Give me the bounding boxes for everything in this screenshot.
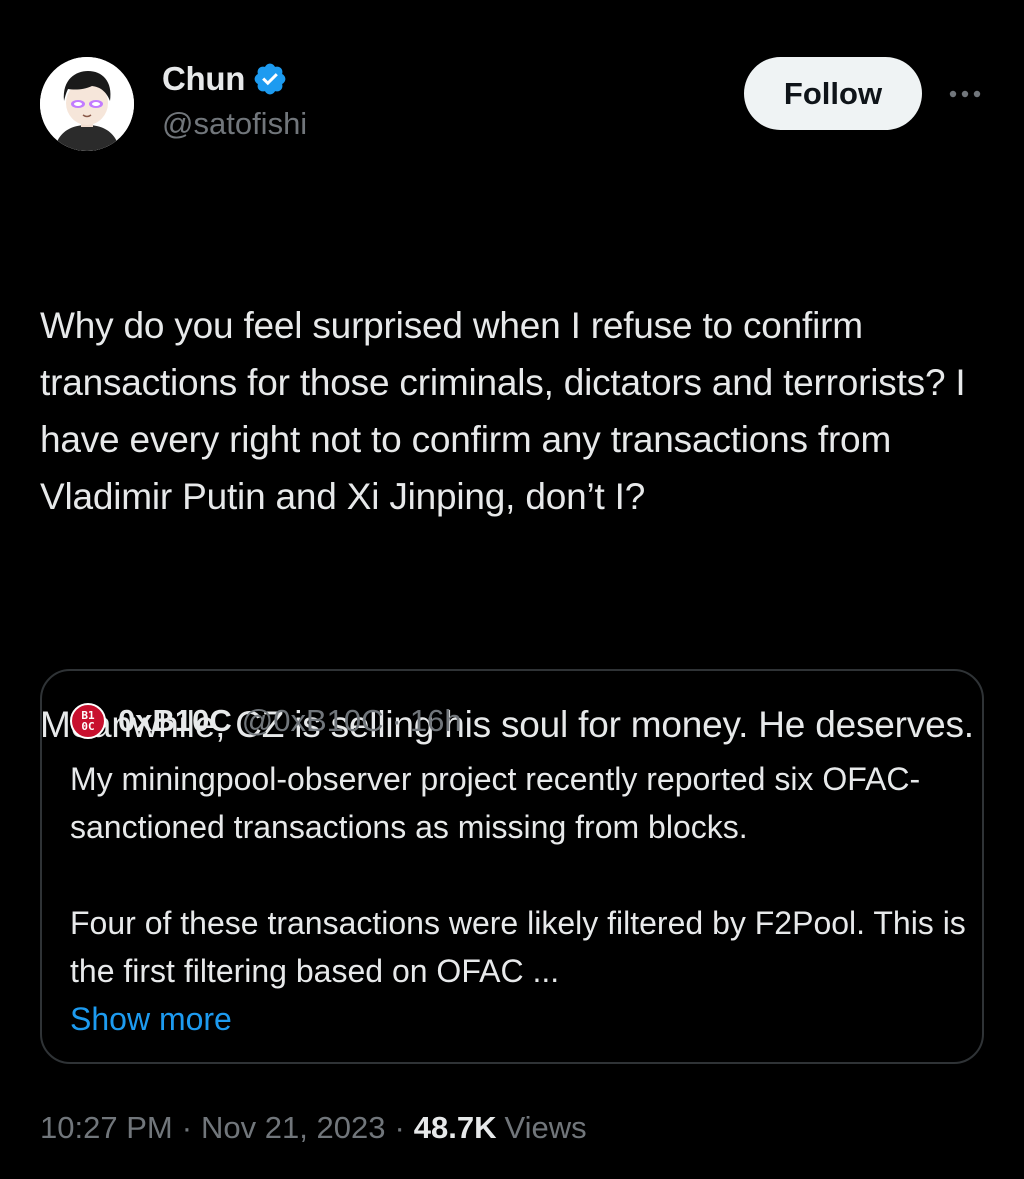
quoted-tweet-header: B1 0C 0xB10C @0xB10C · 16h	[70, 701, 462, 741]
views-label: Views	[504, 1110, 587, 1145]
tweet-date[interactable]: Nov 21, 2023	[201, 1110, 385, 1146]
quoted-author-avatar[interactable]: B1 0C	[70, 703, 106, 739]
views-count: 48.7K	[413, 1110, 497, 1145]
meta-separator: ·	[394, 1110, 405, 1145]
more-options-button[interactable]	[944, 76, 986, 112]
tweet-time[interactable]: 10:27 PM	[40, 1110, 173, 1146]
quoted-tweet-card[interactable]: B1 0C 0xB10C @0xB10C · 16h My miningpool…	[40, 669, 984, 1064]
meta-separator: ·	[181, 1110, 193, 1145]
author-handle[interactable]: @satofishi	[162, 106, 307, 142]
quoted-paragraph: Four of these transactions were likely f…	[70, 905, 966, 989]
author-avatar[interactable]	[40, 57, 134, 151]
quoted-author-name[interactable]: 0xB10C	[118, 703, 232, 739]
author-name-row[interactable]: Chun	[162, 58, 288, 100]
show-more-link[interactable]: Show more	[70, 995, 970, 1043]
tweet-meta-row: 10:27 PM · Nov 21, 2023 · 48.7K Views	[40, 1106, 587, 1150]
verified-badge-icon[interactable]	[252, 61, 288, 97]
quoted-tweet-text: My miningpool-observer project recently …	[70, 755, 970, 1043]
author-display-name[interactable]: Chun	[162, 60, 245, 98]
follow-button[interactable]: Follow	[744, 57, 922, 130]
more-horizontal-icon	[949, 90, 981, 98]
tweet-detail: Chun @satofishi Follow Why do you feel s…	[0, 0, 1024, 1179]
quoted-avatar-text-bottom: 0C	[81, 720, 95, 733]
quoted-author-handle[interactable]: @0xB10C	[242, 703, 384, 739]
quoted-separator: ·	[391, 703, 402, 738]
quoted-timestamp[interactable]: 16h	[410, 703, 462, 739]
cartoon-avatar-icon	[40, 57, 134, 151]
quoted-paragraph: My miningpool-observer project recently …	[70, 761, 921, 845]
tweet-paragraph: Why do you feel surprised when I refuse …	[40, 305, 976, 517]
